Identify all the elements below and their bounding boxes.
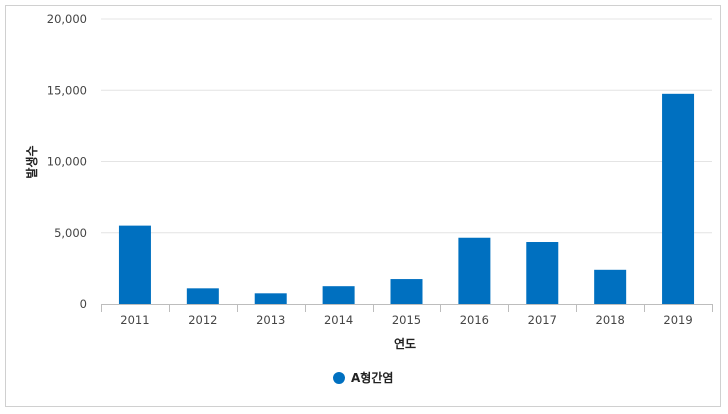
y-tick-label: 20,000: [47, 12, 87, 26]
x-tick-label: 2014: [324, 313, 353, 327]
y-tick-label: 10,000: [47, 155, 87, 169]
bar-2017[interactable]: [526, 242, 559, 304]
bar-2012[interactable]: [186, 288, 219, 304]
bar-2013[interactable]: [254, 293, 287, 304]
bar-2019[interactable]: [662, 93, 695, 304]
bar-chart: 05,00010,00015,00020,000 2011 2012 2013 201…: [24, 12, 713, 385]
bar-2018[interactable]: [594, 269, 627, 304]
gridlines: [101, 18, 712, 234]
x-axis-ticks: 2011 2012 2013 2014 2015 2016 2017 2018 2019: [120, 313, 692, 327]
x-tick-label: 2011: [120, 313, 149, 327]
bar-2011[interactable]: [118, 225, 151, 304]
x-tick-label: 2019: [663, 313, 692, 327]
bar-2015[interactable]: [390, 279, 423, 304]
y-tick-label: 0: [80, 297, 87, 311]
y-axis-title: 발생수: [24, 145, 39, 178]
y-tick-label: 15,000: [47, 83, 87, 97]
bar-2014[interactable]: [322, 286, 355, 304]
y-axis-ticks: 0 5,000 10,000 15,000 20,000: [47, 12, 87, 311]
x-axis: [101, 304, 713, 312]
legend[interactable]: A형간염: [333, 370, 393, 385]
x-tick-label: 2018: [596, 313, 625, 327]
bars: [118, 93, 695, 304]
x-axis-title: 연도: [394, 336, 416, 351]
x-tick-label: 2015: [392, 313, 421, 327]
x-tick-label: 2017: [528, 313, 557, 327]
bar-2016[interactable]: [458, 237, 491, 304]
x-tick-label: 2016: [460, 313, 489, 327]
legend-marker: [333, 372, 345, 384]
legend-label: A형간염: [351, 370, 393, 385]
y-tick-label: 5,000: [54, 226, 87, 240]
x-tick-label: 2012: [188, 313, 217, 327]
x-tick-label: 2013: [256, 313, 285, 327]
